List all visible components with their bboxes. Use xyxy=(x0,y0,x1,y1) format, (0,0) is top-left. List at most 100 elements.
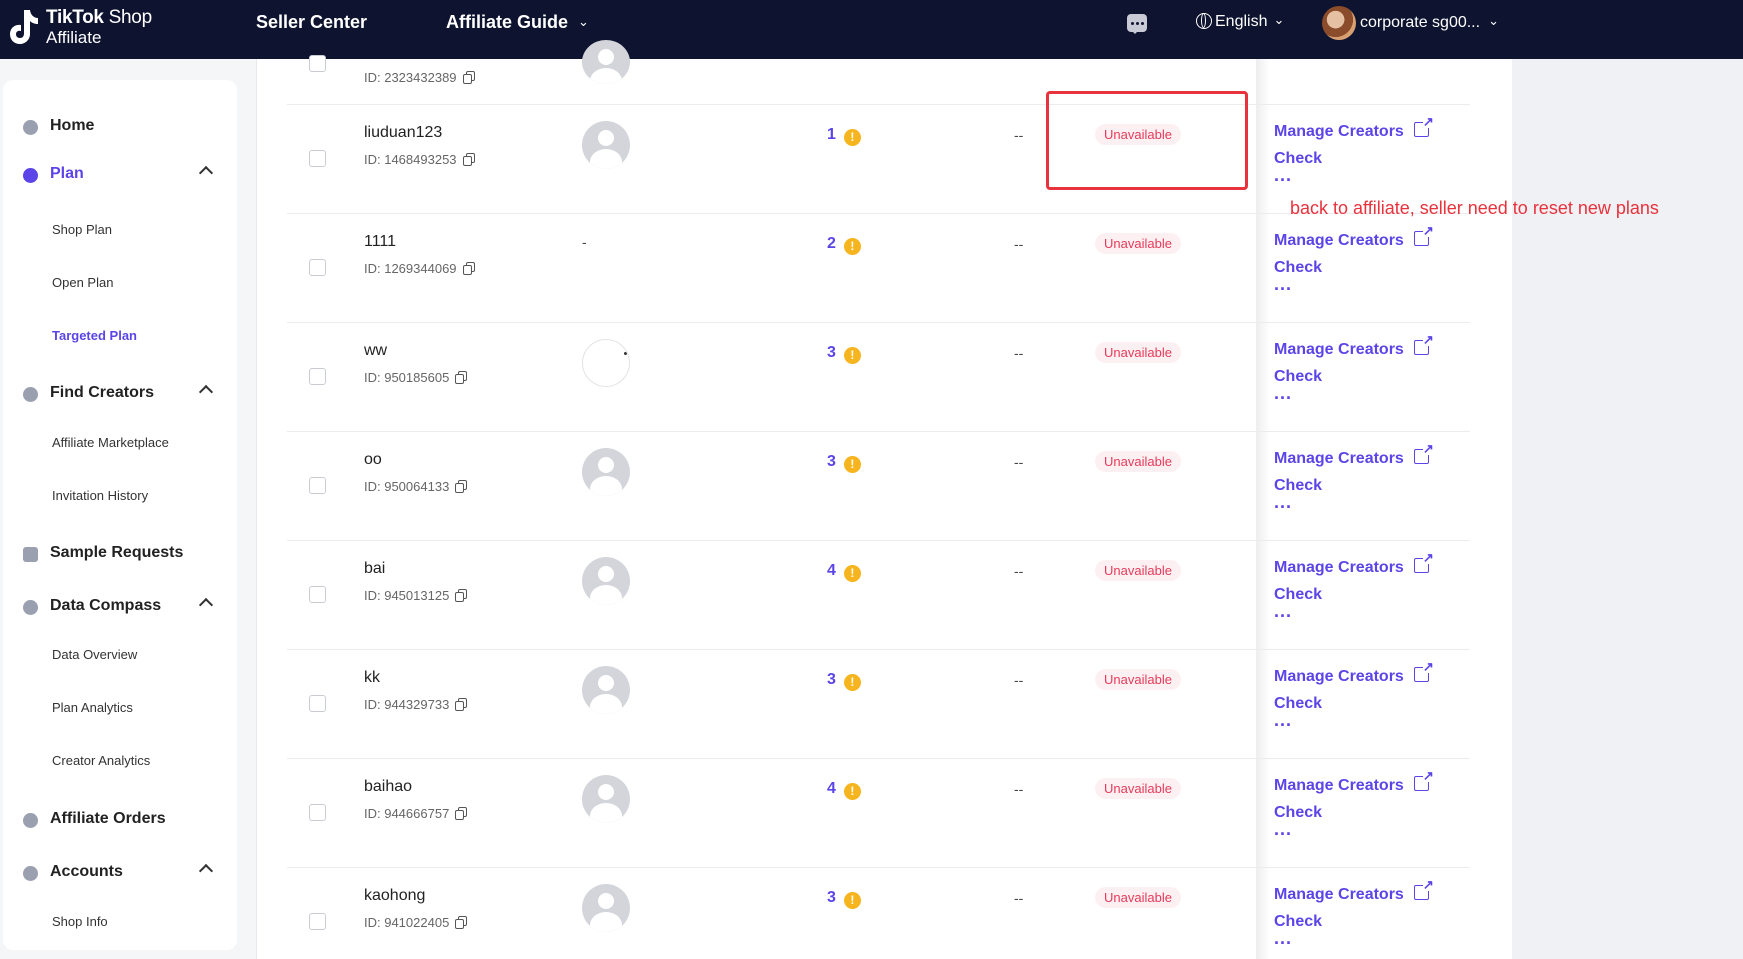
row-checkbox[interactable] xyxy=(309,695,326,712)
manage-creators-link[interactable]: Manage Creators xyxy=(1274,223,1434,250)
row-checkbox[interactable] xyxy=(309,477,326,494)
copy-icon[interactable] xyxy=(455,698,468,711)
creator-id: ID: 944329733 xyxy=(364,697,468,712)
manage-creators-link[interactable]: Manage Creators xyxy=(1274,768,1434,795)
creator-name[interactable]: baihao xyxy=(364,778,412,796)
sidebar-subitem-affiliate-marketplace[interactable]: Affiliate Marketplace xyxy=(52,435,169,450)
sidebar-item-sample-requests[interactable]: Sample Requests xyxy=(3,538,237,568)
row-checkbox[interactable] xyxy=(309,913,326,930)
external-link-icon[interactable] xyxy=(1413,114,1434,137)
warning-icon[interactable]: ! xyxy=(843,238,861,255)
external-link-icon[interactable] xyxy=(1413,877,1434,900)
sidebar-subitem-creator-analytics[interactable]: Creator Analytics xyxy=(52,753,150,768)
copy-icon[interactable] xyxy=(455,807,468,820)
more-icon[interactable]: ... xyxy=(1274,820,1292,838)
sidebar: Home Plan Shop Plan Open Plan Targeted P… xyxy=(3,80,237,950)
sidebar-item-data-compass[interactable]: Data Compass xyxy=(3,591,237,621)
sidebar-subitem-open-plan[interactable]: Open Plan xyxy=(52,275,113,290)
creator-level[interactable]: 1! xyxy=(827,126,861,146)
search-creators-icon xyxy=(23,387,38,402)
sidebar-subitem-data-overview[interactable]: Data Overview xyxy=(52,647,137,662)
manage-creators-link[interactable]: Manage Creators xyxy=(1274,441,1434,468)
chevron-up-icon xyxy=(198,863,214,879)
creator-level[interactable]: 3! xyxy=(827,889,861,909)
manage-creators-link[interactable]: Manage Creators xyxy=(1274,659,1434,686)
more-icon[interactable]: ... xyxy=(1274,275,1292,293)
sidebar-item-accounts[interactable]: Accounts xyxy=(3,857,237,887)
more-icon[interactable]: ... xyxy=(1274,384,1292,402)
row-checkbox[interactable] xyxy=(309,368,326,385)
language-selector[interactable]: English ⌄ xyxy=(1196,12,1284,31)
creator-id-text: ID: 950185605 xyxy=(364,370,450,385)
creator-level[interactable]: 3! xyxy=(827,671,861,691)
sidebar-item-find-creators[interactable]: Find Creators xyxy=(3,378,237,408)
creator-id: ID: 2323432389 xyxy=(364,70,476,85)
external-link-icon[interactable] xyxy=(1413,332,1434,355)
creator-level[interactable]: 3! xyxy=(827,453,861,473)
copy-icon[interactable] xyxy=(462,153,476,166)
account-menu[interactable]: corporate sg00... ⌄ xyxy=(1322,6,1499,40)
more-icon[interactable]: ... xyxy=(1274,711,1292,729)
more-icon[interactable]: ... xyxy=(1274,493,1292,511)
more-icon[interactable]: ... xyxy=(1274,602,1292,620)
status-badge: Unavailable xyxy=(1095,342,1181,363)
row-checkbox[interactable] xyxy=(309,150,326,167)
row-checkbox[interactable] xyxy=(309,804,326,821)
sidebar-item-affiliate-orders[interactable]: Affiliate Orders xyxy=(3,804,237,834)
warning-icon[interactable]: ! xyxy=(843,129,861,146)
external-link-icon[interactable] xyxy=(1413,223,1434,246)
warning-icon[interactable]: ! xyxy=(843,456,861,473)
chat-icon[interactable] xyxy=(1127,14,1147,34)
creator-level[interactable]: 4! xyxy=(827,562,861,582)
sidebar-subitem-targeted-plan[interactable]: Targeted Plan xyxy=(52,328,137,343)
copy-icon[interactable] xyxy=(455,480,468,493)
avatar xyxy=(582,557,630,605)
copy-icon[interactable] xyxy=(462,71,476,84)
warning-icon[interactable]: ! xyxy=(843,674,861,691)
metric-placeholder: -- xyxy=(1014,454,1024,470)
warning-icon[interactable]: ! xyxy=(843,783,861,800)
copy-icon[interactable] xyxy=(455,371,468,384)
creator-name[interactable]: oo xyxy=(364,451,382,469)
manage-creators-link[interactable]: Manage Creators xyxy=(1274,332,1434,359)
manage-creators-link[interactable]: Manage Creators xyxy=(1274,550,1434,577)
sidebar-subitem-plan-analytics[interactable]: Plan Analytics xyxy=(52,700,133,715)
creator-name[interactable]: 1111 xyxy=(364,233,396,251)
external-link-icon[interactable] xyxy=(1413,768,1434,791)
row-checkbox[interactable] xyxy=(309,55,326,72)
loading-dot xyxy=(624,352,627,355)
more-icon[interactable]: ... xyxy=(1274,166,1292,184)
row-checkbox[interactable] xyxy=(309,586,326,603)
creator-name[interactable]: liuduan123 xyxy=(364,124,442,142)
nav-affiliate-guide[interactable]: Affiliate Guide ⌄ xyxy=(446,12,589,33)
warning-icon[interactable]: ! xyxy=(843,347,861,364)
warning-icon[interactable]: ! xyxy=(843,892,861,909)
manage-creators-link[interactable]: Manage Creators xyxy=(1274,114,1434,141)
copy-icon[interactable] xyxy=(455,916,468,929)
nav-seller-center[interactable]: Seller Center xyxy=(256,12,367,33)
warning-icon[interactable]: ! xyxy=(843,565,861,582)
external-link-icon[interactable] xyxy=(1413,659,1434,682)
creator-level[interactable]: 2! xyxy=(827,235,861,255)
creator-name[interactable]: bai xyxy=(364,560,385,578)
sidebar-subitem-shop-plan[interactable]: Shop Plan xyxy=(52,222,112,237)
external-link-icon[interactable] xyxy=(1413,441,1434,464)
manage-creators-link[interactable]: Manage Creators xyxy=(1274,877,1434,904)
copy-icon[interactable] xyxy=(455,589,468,602)
creator-name[interactable]: kaohong xyxy=(364,887,425,905)
copy-icon[interactable] xyxy=(462,262,476,275)
tiktok-shop-affiliate-logo[interactable]: TikTok Shop Affiliate xyxy=(6,4,156,52)
creator-level[interactable]: 3! xyxy=(827,344,861,364)
creator-name[interactable]: kk xyxy=(364,669,380,687)
row-divider xyxy=(287,540,1470,541)
row-checkbox[interactable] xyxy=(309,259,326,276)
sidebar-subitem-invitation-history[interactable]: Invitation History xyxy=(52,488,148,503)
creator-level[interactable]: 4! xyxy=(827,780,861,800)
sidebar-item-plan[interactable]: Plan xyxy=(3,159,237,189)
sidebar-subitem-shop-info[interactable]: Shop Info xyxy=(52,914,108,929)
chevron-up-icon xyxy=(198,384,214,400)
external-link-icon[interactable] xyxy=(1413,550,1434,573)
sidebar-item-home[interactable]: Home xyxy=(3,111,237,141)
creator-name[interactable]: ww xyxy=(364,342,387,360)
creator-id-text: ID: 944329733 xyxy=(364,697,450,712)
